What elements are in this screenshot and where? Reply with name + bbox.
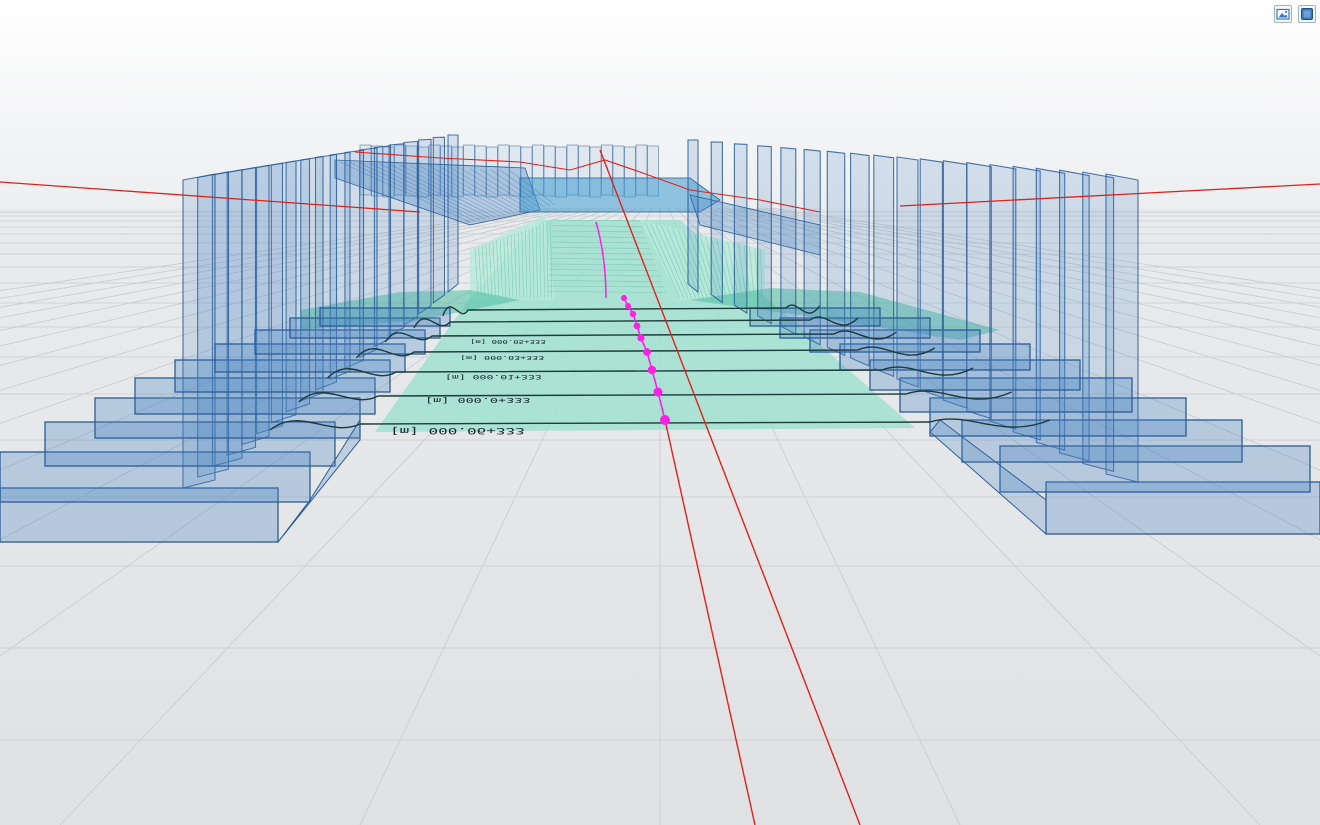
screenshot-button[interactable]: [1274, 5, 1292, 23]
wall-panel: [733, 143, 748, 315]
wall-panel: [687, 139, 699, 294]
wall-panel: [432, 136, 446, 304]
scene-canvas[interactable]: [m] 000.06+333 [m] 000.0+333 [m] 000.01+33…: [0, 0, 1320, 825]
wall-panel: [418, 138, 432, 315]
station-label: [m] 000.03+333: [460, 355, 544, 361]
3d-viewport[interactable]: [m] 000.06+333 [m] 000.0+333 [m] 000.01+33…: [0, 0, 1320, 825]
screenshot-icon: [1276, 8, 1290, 20]
wall-panel: [403, 140, 419, 326]
cube-view-icon: [1301, 8, 1313, 20]
station-label: [m] 000.01+333: [445, 373, 542, 380]
wall-panel: [388, 143, 405, 337]
footing-slab: [319, 307, 451, 327]
wall-panel: [710, 141, 723, 304]
view-cube-button[interactable]: [1298, 5, 1316, 23]
station-label: [m] 000.05+333: [470, 339, 546, 345]
viewer-toolbar: [1274, 5, 1316, 23]
station-label: [m] 000.06+333: [390, 425, 525, 435]
wall-panel: [757, 145, 772, 325]
station-label: [m] 000.0+333: [425, 396, 530, 405]
